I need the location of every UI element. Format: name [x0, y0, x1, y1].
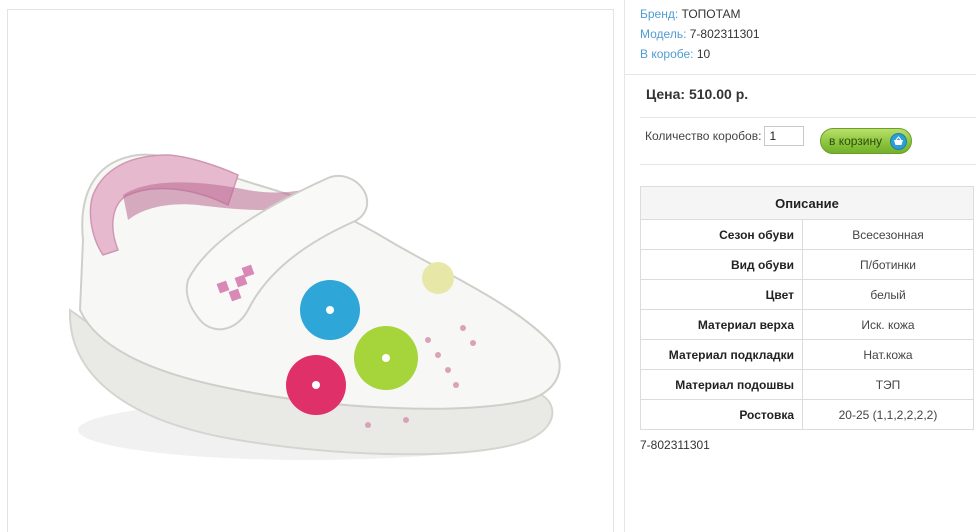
product-photo[interactable]: [7, 9, 614, 532]
spec-key: Вид обуви: [640, 249, 803, 280]
box-value: 10: [696, 47, 711, 61]
separator-price: [640, 117, 976, 118]
spec-value: 20-25 (1,1,2,2,2,2): [802, 399, 974, 430]
add-to-cart-button[interactable]: в корзину: [820, 128, 912, 154]
table-row: Материал верха Иск. кожа: [640, 309, 974, 340]
specs-table: Описание Сезон обуви Всесезонная Вид обу…: [640, 186, 974, 430]
column-divider: [624, 0, 625, 532]
add-to-cart-label: в корзину: [829, 134, 883, 148]
spec-key: Цвет: [640, 279, 803, 310]
table-row: Вид обуви П/ботинки: [640, 249, 974, 280]
quantity-input[interactable]: [764, 126, 805, 146]
model-value: 7-802311301: [689, 27, 760, 41]
spec-key: Материал подкладки: [640, 339, 803, 370]
brand-value: ТОПОТАМ: [681, 7, 741, 21]
table-row: Материал подошвы ТЭП: [640, 369, 974, 400]
model-label: Модель:: [640, 27, 687, 41]
quantity-label: Количество коробов:: [645, 129, 762, 143]
specs-title: Описание: [640, 186, 974, 220]
spec-value: Иск. кожа: [802, 309, 974, 340]
price: Цена: 510.00 р.: [646, 86, 749, 102]
spec-value: белый: [802, 279, 974, 310]
table-row: Цвет белый: [640, 279, 974, 310]
table-row: Ростовка 20-25 (1,1,2,2,2,2): [640, 399, 974, 430]
spec-key: Материал подошвы: [640, 369, 803, 400]
spec-key: Сезон обуви: [640, 219, 803, 250]
separator-cart: [640, 164, 976, 165]
brand-label: Бренд:: [640, 7, 679, 21]
table-row: Сезон обуви Всесезонная: [640, 219, 974, 250]
separator-top: [625, 74, 976, 75]
cart-icon: [890, 133, 907, 150]
quantity-row: Количество коробов:: [645, 126, 805, 146]
shoe-image: [68, 153, 561, 460]
spec-value: ТЭП: [802, 369, 974, 400]
product-page: Бренд: ТОПОТАМ Модель: 7-802311301 В кор…: [0, 0, 976, 532]
footer-sku: 7-802311301: [640, 438, 710, 452]
box-label: В коробе:: [640, 47, 694, 61]
spec-value: Нат.кожа: [802, 339, 974, 370]
spec-value: Всесезонная: [802, 219, 974, 250]
product-meta: Бренд: ТОПОТАМ Модель: 7-802311301 В кор…: [640, 4, 760, 64]
box-line: В коробе: 10: [640, 44, 760, 64]
model-line: Модель: 7-802311301: [640, 24, 760, 44]
brand-line: Бренд: ТОПОТАМ: [640, 4, 760, 24]
spec-key: Ростовка: [640, 399, 803, 430]
table-row: Материал подкладки Нат.кожа: [640, 339, 974, 370]
spec-key: Материал верха: [640, 309, 803, 340]
spec-value: П/ботинки: [802, 249, 974, 280]
